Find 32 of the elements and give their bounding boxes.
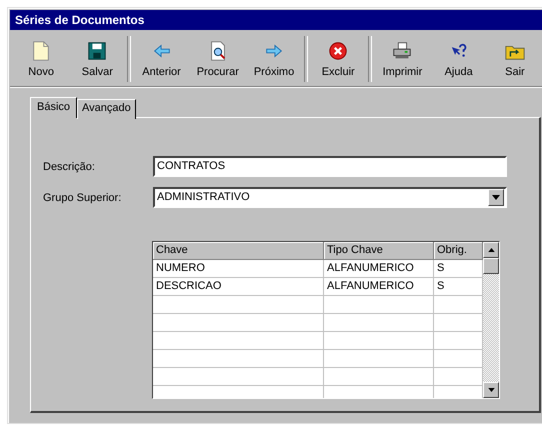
- tab[interactable]: Avançado: [77, 99, 136, 119]
- toolbar-button[interactable]: Excluir: [310, 32, 366, 86]
- scroll-up-button[interactable]: [483, 242, 499, 258]
- table-cell: ALFANUMERICO: [324, 260, 434, 277]
- tab[interactable]: Básico: [30, 97, 78, 118]
- toolbar-button[interactable]: Procurar: [190, 32, 246, 86]
- floppy-icon: [86, 40, 108, 62]
- toolbar-button[interactable]: Novo: [13, 32, 70, 86]
- table-cell: ALFANUMERICO: [324, 278, 434, 295]
- delete-icon: [327, 40, 350, 62]
- toolbar-button[interactable]: Ajuda: [430, 32, 487, 86]
- dropdown-button[interactable]: [488, 189, 504, 206]
- table-cell: DESCRICAO: [153, 278, 324, 295]
- column-header[interactable]: Tipo Chave: [324, 242, 434, 259]
- toolbar-button[interactable]: Salvar: [69, 32, 126, 86]
- input-field[interactable]: CONTRATOS: [153, 156, 507, 177]
- table-cell: NUMERO: [153, 260, 324, 277]
- caret-down-icon: [492, 195, 500, 200]
- caret-up-icon: [488, 248, 494, 252]
- column-header[interactable]: Chave: [153, 242, 324, 259]
- scroll-down-button[interactable]: [483, 382, 499, 398]
- toolbar-button[interactable]: Próximo: [246, 32, 302, 86]
- toolbar-button[interactable]: Imprimir: [374, 32, 431, 86]
- caret-down-icon: [488, 388, 494, 392]
- toolbar-button[interactable]: Anterior: [133, 32, 190, 86]
- field-label: Grupo Superior:: [42, 192, 122, 204]
- toolbar-button[interactable]: Sair: [486, 32, 542, 86]
- scroll-thumb[interactable]: [483, 258, 499, 274]
- field-label: Descrição:: [42, 160, 96, 172]
- dropdown[interactable]: ADMINISTRATIVO: [153, 187, 507, 208]
- scrollbar[interactable]: [483, 242, 499, 398]
- window-title: Séries de Documentos: [10, 10, 542, 30]
